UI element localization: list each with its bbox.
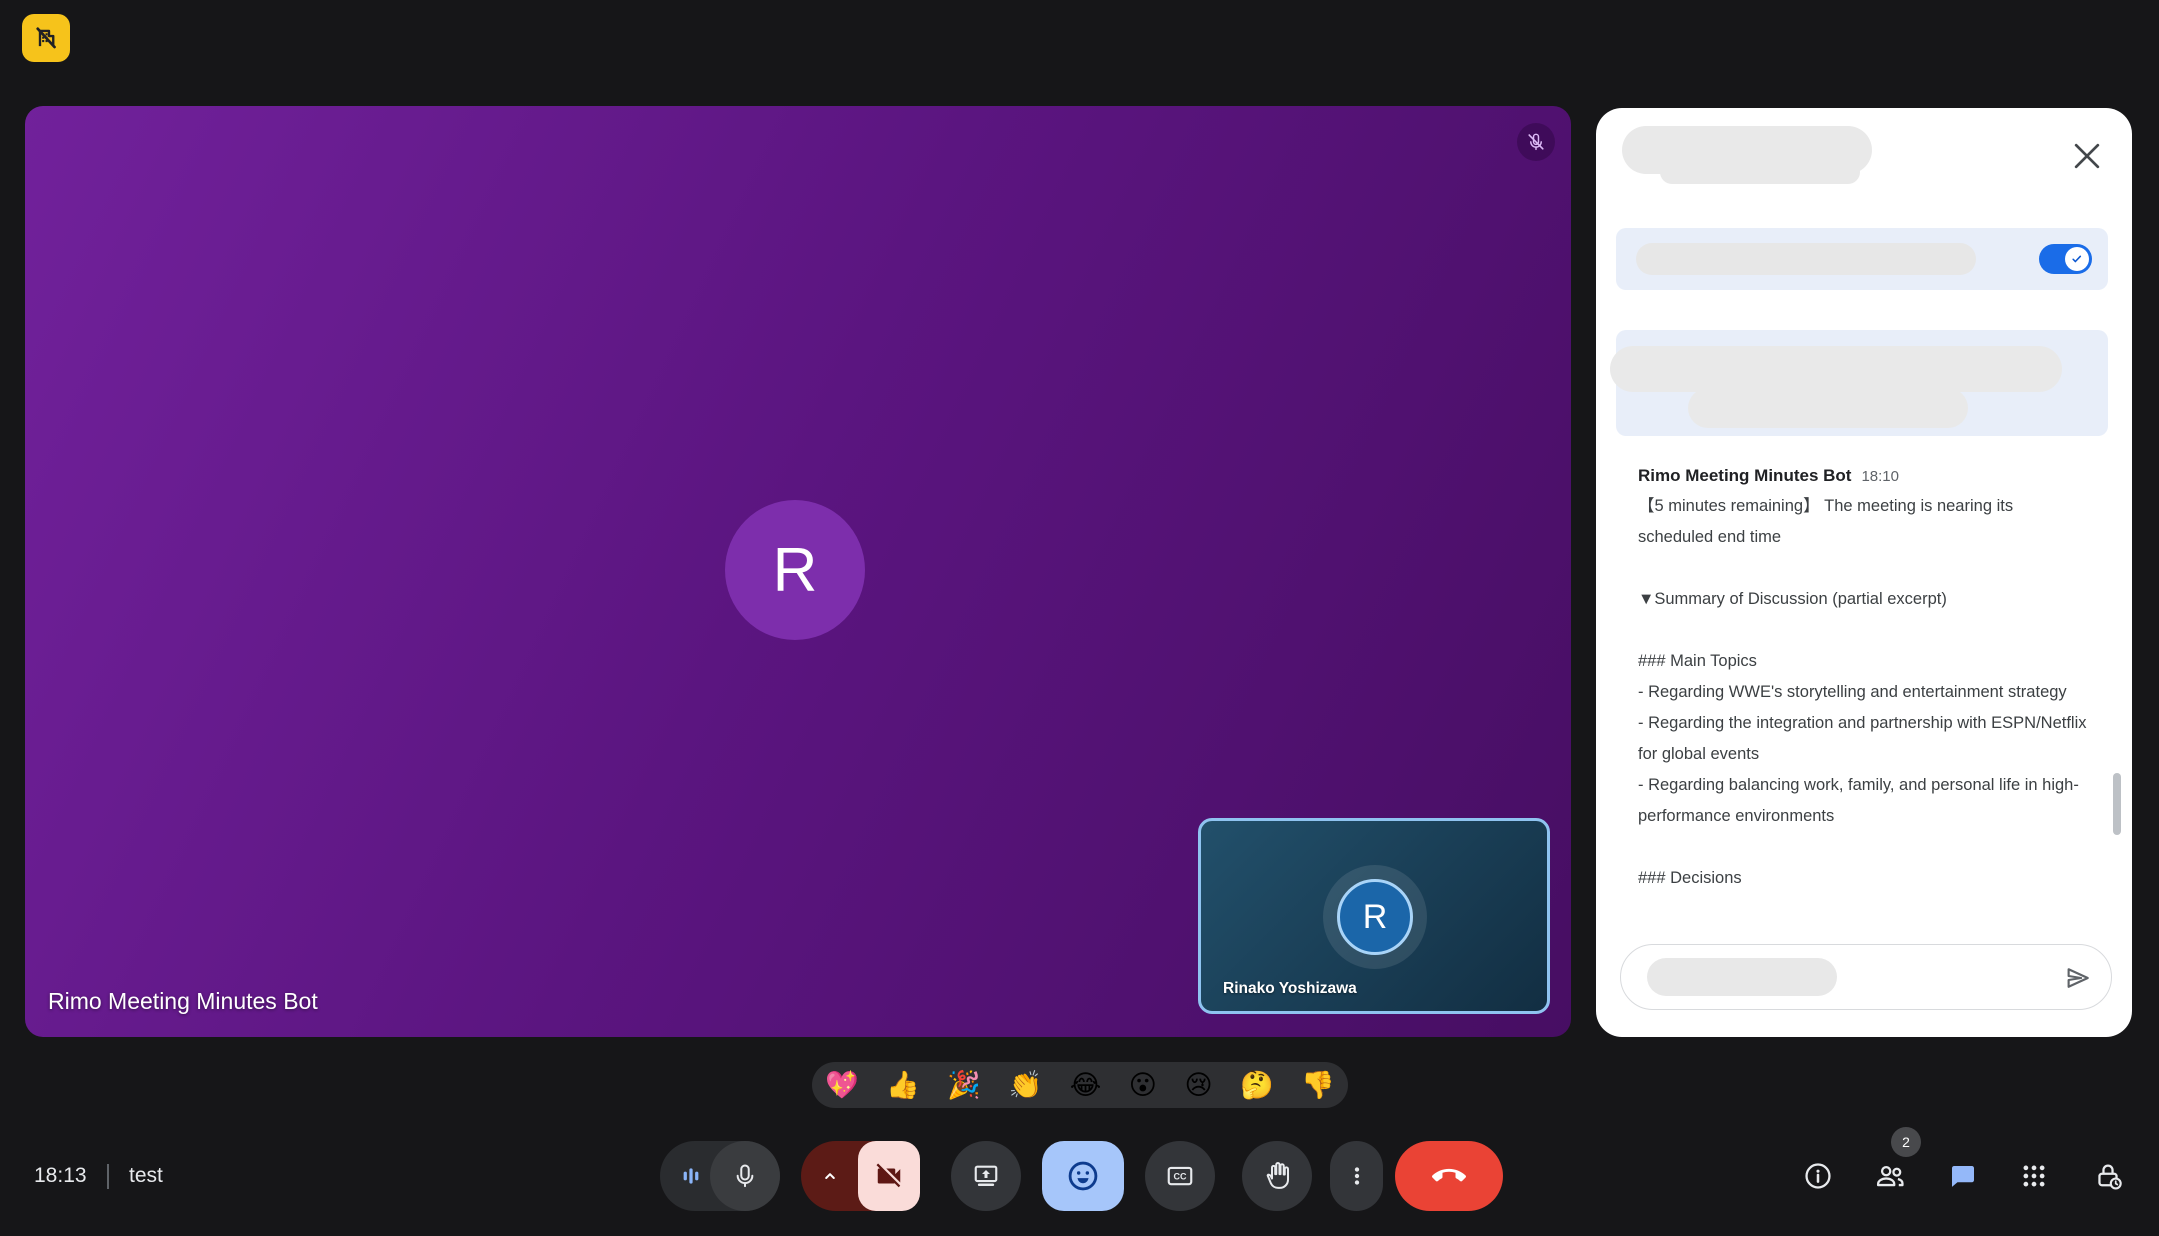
redacted-toggle-label [1636, 243, 1976, 275]
chat-permission-row [1616, 228, 2108, 290]
captions-icon: CC [1167, 1166, 1193, 1186]
people-button[interactable] [1872, 1158, 1908, 1194]
camera-control [801, 1141, 920, 1211]
cc-label: CC [1174, 1172, 1187, 1182]
thumbs-up-emoji: 👍 [886, 1069, 920, 1100]
apps-grid-icon [2023, 1165, 2045, 1187]
chat-toggle-switch[interactable] [2039, 244, 2092, 274]
mic-off-icon [1528, 133, 1544, 151]
clock: 18:13 [34, 1164, 87, 1187]
camera-off-button[interactable] [858, 1141, 920, 1211]
participant-count-badge: 2 [1891, 1127, 1921, 1157]
avatar: R [1337, 879, 1413, 955]
smiley-icon [1068, 1161, 1098, 1191]
message-main-topics: ### Main Topics - Regarding WWE's storyt… [1638, 652, 2087, 825]
activities-button[interactable] [2016, 1158, 2052, 1194]
avatar: R [725, 500, 865, 640]
redacted-notice-text-2 [1688, 388, 1968, 428]
sparkling-heart-emoji: 💖 [825, 1069, 859, 1100]
panel-scrollbar-thumb[interactable] [2113, 773, 2121, 835]
host-controls-lock-icon [2098, 1164, 2122, 1190]
reaction-thumbs-down-button[interactable]: 👎 [1301, 1069, 1335, 1100]
more-vert-icon [1354, 1167, 1359, 1185]
mic-toggle[interactable] [710, 1141, 780, 1211]
recording-unavailable-badge[interactable] [22, 14, 70, 62]
reaction-crying-button[interactable]: 😢 [1184, 1069, 1213, 1100]
astonished-emoji: 😮 [1128, 1069, 1157, 1100]
thumbs-down-emoji: 👎 [1301, 1069, 1335, 1100]
present-screen-button[interactable] [951, 1141, 1021, 1211]
host-controls-button[interactable] [2090, 1158, 2126, 1194]
reactions-toggle-button[interactable] [1042, 1141, 1124, 1211]
reactions-bar: 💖 👍 🎉 👏 😂 😮 😢 🤔 👎 [812, 1062, 1348, 1108]
redacted-notice-text [1610, 346, 2062, 392]
raise-hand-icon [1266, 1162, 1289, 1189]
mic-icon [736, 1164, 754, 1188]
reaction-sparkling-heart-button[interactable]: 💖 [825, 1069, 859, 1100]
leave-call-button[interactable] [1395, 1141, 1503, 1211]
close-icon [2074, 143, 2100, 169]
message-summary-heading: ▼Summary of Discussion (partial excerpt) [1638, 590, 1947, 608]
chat-notice [1610, 330, 2108, 436]
present-screen-icon [974, 1165, 998, 1186]
reaction-tears-of-joy-button[interactable]: 😂 [1069, 1069, 1102, 1100]
message-intro: 【5 minutes remaining】 The meeting is nea… [1638, 497, 2014, 546]
clapping-hands-emoji: 👏 [1008, 1069, 1043, 1100]
thinking-emoji: 🤔 [1240, 1069, 1274, 1100]
message-sender: Rimo Meeting Minutes Bot [1638, 466, 1852, 485]
meeting-name: test [129, 1164, 163, 1187]
audio-waveform-icon [683, 1168, 699, 1184]
meet-window: R Rimo Meeting Minutes Bot R Rinako Yosh… [0, 0, 2159, 1236]
reaction-clapping-hands-button[interactable]: 👏 [1008, 1069, 1043, 1100]
avatar-initial: R [772, 535, 818, 605]
chat-input[interactable] [1620, 944, 2112, 1010]
chat-bubble-icon [1952, 1166, 1974, 1187]
redacted-input-placeholder [1647, 958, 1837, 996]
participant-name-label: Rimo Meeting Minutes Bot [48, 988, 318, 1014]
toggle-thumb [2065, 247, 2089, 271]
status-divider [107, 1164, 109, 1189]
recording-off-icon [36, 27, 56, 49]
info-icon [1805, 1163, 1831, 1189]
raise-hand-button[interactable] [1242, 1141, 1312, 1211]
camera-off-icon [876, 1163, 901, 1188]
tears-of-joy-emoji: 😂 [1069, 1069, 1102, 1100]
reaction-thumbs-up-button[interactable]: 👍 [886, 1069, 920, 1100]
self-video-tile[interactable]: R Rinako Yoshizawa [1198, 818, 1550, 1014]
close-panel-button[interactable] [2074, 143, 2100, 169]
party-popper-emoji: 🎉 [947, 1069, 981, 1100]
captions-button[interactable]: CC [1145, 1141, 1215, 1211]
avatar-initial: R [1362, 897, 1388, 936]
message-decisions-heading: ### Decisions [1638, 869, 1742, 887]
message-time: 18:10 [1861, 468, 1899, 485]
reaction-astonished-button[interactable]: 😮 [1128, 1069, 1157, 1100]
reaction-thinking-button[interactable]: 🤔 [1240, 1069, 1274, 1100]
participant-count: 2 [1902, 1134, 1910, 1150]
people-icon [1876, 1165, 1904, 1187]
check-icon [2072, 255, 2082, 263]
chat-message: Rimo Meeting Minutes Bot 18:10 【5 minute… [1638, 466, 2092, 894]
chat-button[interactable] [1944, 1158, 1980, 1194]
mic-button[interactable] [660, 1141, 780, 1211]
redacted-panel-title-2 [1660, 160, 1860, 184]
meeting-details-button[interactable] [1800, 1158, 1836, 1194]
chevron-up-icon [825, 1173, 835, 1179]
send-icon [2067, 968, 2089, 988]
more-options-button[interactable] [1330, 1141, 1383, 1211]
chat-panel: Rimo Meeting Minutes Bot 18:10 【5 minute… [1596, 108, 2132, 1037]
mic-muted-indicator [1517, 123, 1555, 161]
message-header: Rimo Meeting Minutes Bot 18:10 [1638, 466, 2092, 486]
call-end-icon [1432, 1168, 1466, 1182]
send-message-button[interactable] [2063, 963, 2093, 993]
reaction-party-popper-button[interactable]: 🎉 [947, 1069, 981, 1100]
crying-emoji: 😢 [1184, 1069, 1213, 1100]
participant-name-label: Rinako Yoshizawa [1223, 980, 1357, 997]
